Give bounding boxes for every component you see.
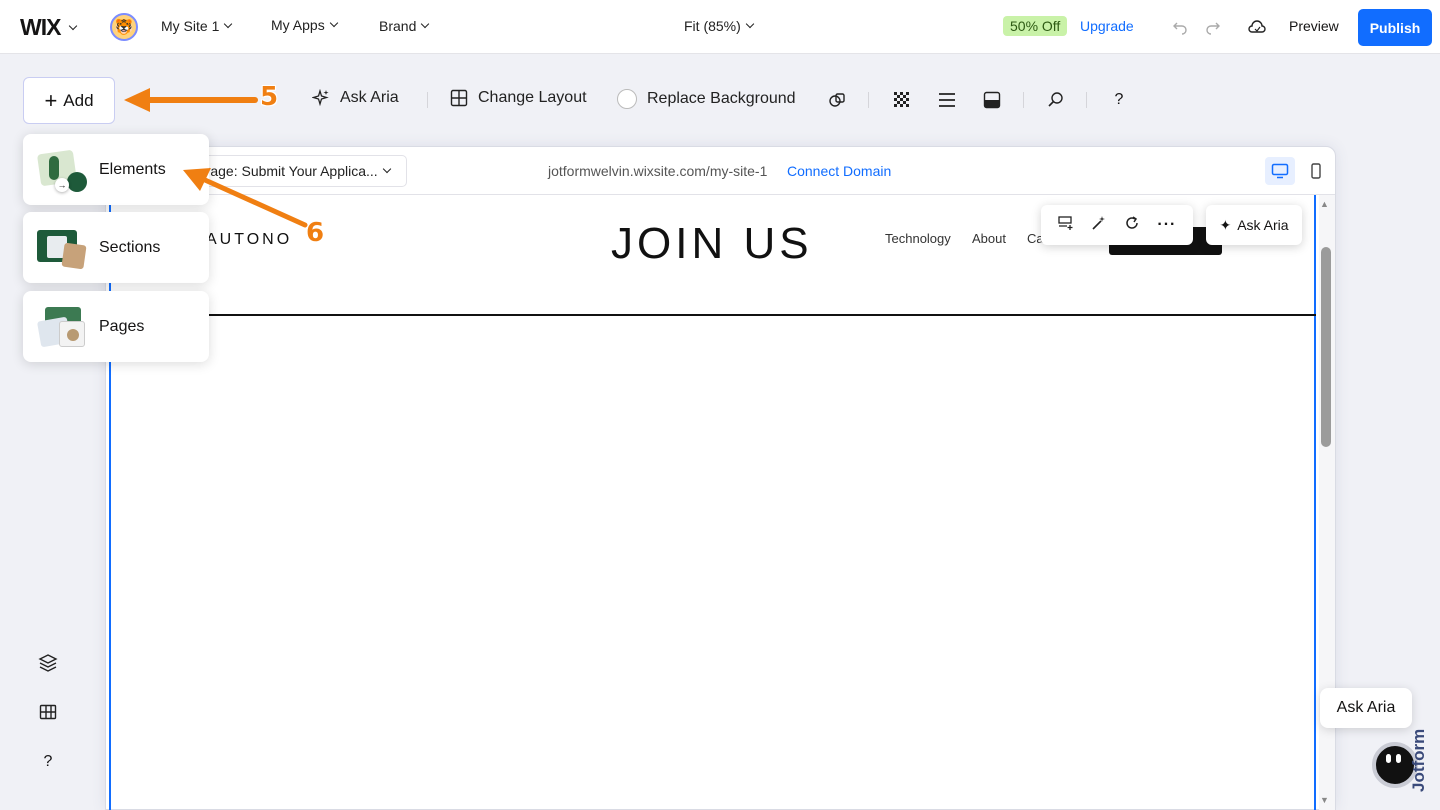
publish-button[interactable]: Publish — [1358, 9, 1432, 46]
jotform-watermark: Jotform — [1409, 728, 1428, 792]
page-selector-label: Page: Submit Your Applica... — [201, 163, 378, 179]
change-layout-label: Change Layout — [478, 89, 587, 106]
site-menu[interactable]: My Site 1 — [161, 18, 233, 34]
desktop-view-icon[interactable] — [1265, 157, 1295, 185]
add-button[interactable]: + Add — [23, 77, 115, 124]
header-divider-line — [109, 314, 1316, 316]
top-bar: WIX 🐯 My Site 1 My Apps Brand Fit (85%) … — [0, 0, 1440, 54]
site-url: jotformwelvin.wixsite.com/my-site-1 — [548, 163, 768, 179]
scroll-down-icon[interactable]: ▼ — [1320, 795, 1329, 805]
arrow-to-add-button — [124, 88, 258, 112]
floating-ask-aria-label: Ask Aria — [1237, 217, 1289, 233]
page-selector[interactable]: Page: Submit Your Applica... — [190, 155, 407, 187]
my-apps-menu[interactable]: My Apps — [271, 17, 338, 33]
add-menu-sections[interactable]: Sections — [23, 212, 209, 283]
section-background-icon[interactable] — [981, 89, 1003, 111]
cloud-save-icon[interactable] — [1247, 17, 1267, 37]
arrange-icon[interactable] — [826, 89, 848, 111]
page-title[interactable]: JOIN US — [611, 219, 813, 269]
zoom-label: Fit (85%) — [684, 18, 741, 34]
help-icon[interactable]: ? — [1108, 89, 1130, 111]
magic-wand-icon[interactable] — [1091, 215, 1107, 236]
add-menu-pages[interactable]: Pages — [23, 291, 209, 362]
connect-domain-link[interactable]: Connect Domain — [787, 163, 891, 179]
chevron-down-icon — [745, 19, 755, 29]
elements-thumbnail: → — [36, 148, 89, 192]
site-name: My Site 1 — [161, 18, 220, 34]
scroll-up-icon[interactable]: ▲ — [1320, 199, 1329, 209]
toolbar-divider — [427, 92, 428, 108]
background-swatch-icon — [617, 89, 637, 109]
canvas-scrollbar-thumb[interactable] — [1321, 247, 1331, 447]
regenerate-icon[interactable] — [1124, 215, 1140, 236]
layout-icon — [450, 89, 468, 107]
toolbar-divider — [1086, 92, 1087, 108]
floating-ask-aria-button[interactable]: ✦ Ask Aria — [1206, 205, 1302, 245]
search-icon[interactable] — [1045, 89, 1067, 111]
brand-label: Brand — [379, 18, 417, 34]
upgrade-link[interactable]: Upgrade — [1080, 18, 1134, 34]
aria-eye-icon — [1396, 754, 1401, 763]
replace-background-tool[interactable]: Replace Background — [617, 89, 796, 109]
add-section-icon[interactable] — [1057, 215, 1074, 236]
grid-icon[interactable] — [36, 700, 60, 724]
zoom-menu[interactable]: Fit (85%) — [684, 18, 755, 34]
wix-logo-menu[interactable]: WIX — [20, 14, 78, 41]
chevron-down-icon — [382, 164, 391, 174]
site-logo-text[interactable]: AUTONO — [206, 231, 292, 249]
align-menu-icon[interactable] — [936, 89, 958, 111]
avatar[interactable]: 🐯 — [110, 13, 138, 41]
step-5-label: 5 — [260, 82, 279, 112]
redo-icon[interactable] — [1203, 17, 1223, 37]
elements-label: Elements — [99, 160, 166, 178]
toolbar-divider — [1023, 92, 1024, 108]
chevron-down-icon — [224, 19, 233, 29]
site-section[interactable] — [109, 195, 1316, 810]
nav-item-about[interactable]: About — [972, 231, 1006, 246]
my-apps-label: My Apps — [271, 17, 325, 33]
nav-item-technology[interactable]: Technology — [885, 231, 951, 246]
chevron-down-icon — [329, 18, 338, 28]
ask-aria-label: Ask Aria — [340, 89, 399, 106]
discount-badge: 50% Off — [1003, 16, 1068, 36]
sparkle-icon: ✦ — [1219, 216, 1232, 233]
preview-button[interactable]: Preview — [1289, 18, 1339, 34]
floating-section-toolbar: ··· — [1041, 205, 1193, 245]
step-6-label: 6 — [306, 218, 325, 248]
canvas-address-bar: Page: Submit Your Applica... jotformwelv… — [106, 147, 1335, 195]
undo-icon[interactable] — [1170, 17, 1190, 37]
pages-label: Pages — [99, 317, 145, 335]
more-options-icon[interactable]: ··· — [1157, 216, 1176, 234]
ask-aria-tool[interactable]: Ask Aria — [312, 89, 399, 107]
sections-thumbnail — [37, 226, 89, 270]
layers-icon[interactable] — [36, 651, 60, 675]
help-rail-icon[interactable]: ? — [36, 750, 60, 774]
pattern-icon[interactable] — [891, 89, 913, 111]
wix-logo: WIX — [20, 14, 61, 40]
add-menu-elements[interactable]: → Elements — [23, 134, 209, 205]
mobile-view-icon[interactable] — [1304, 157, 1328, 185]
change-layout-tool[interactable]: Change Layout — [450, 89, 587, 107]
plus-icon: + — [44, 87, 58, 113]
chevron-down-icon — [69, 21, 78, 30]
sections-label: Sections — [99, 238, 161, 256]
toolbar-divider — [868, 92, 869, 108]
editor-canvas: Page: Submit Your Applica... jotformwelv… — [105, 146, 1336, 810]
add-label: Add — [63, 90, 94, 110]
brand-menu[interactable]: Brand — [379, 18, 430, 34]
chevron-down-icon — [421, 19, 430, 29]
aria-eye-icon — [1386, 754, 1391, 763]
pages-thumbnail — [36, 305, 89, 349]
sparkle-icon — [312, 89, 329, 107]
ask-aria-bubble[interactable]: Ask Aria — [1320, 688, 1412, 728]
replace-background-label: Replace Background — [647, 90, 796, 107]
